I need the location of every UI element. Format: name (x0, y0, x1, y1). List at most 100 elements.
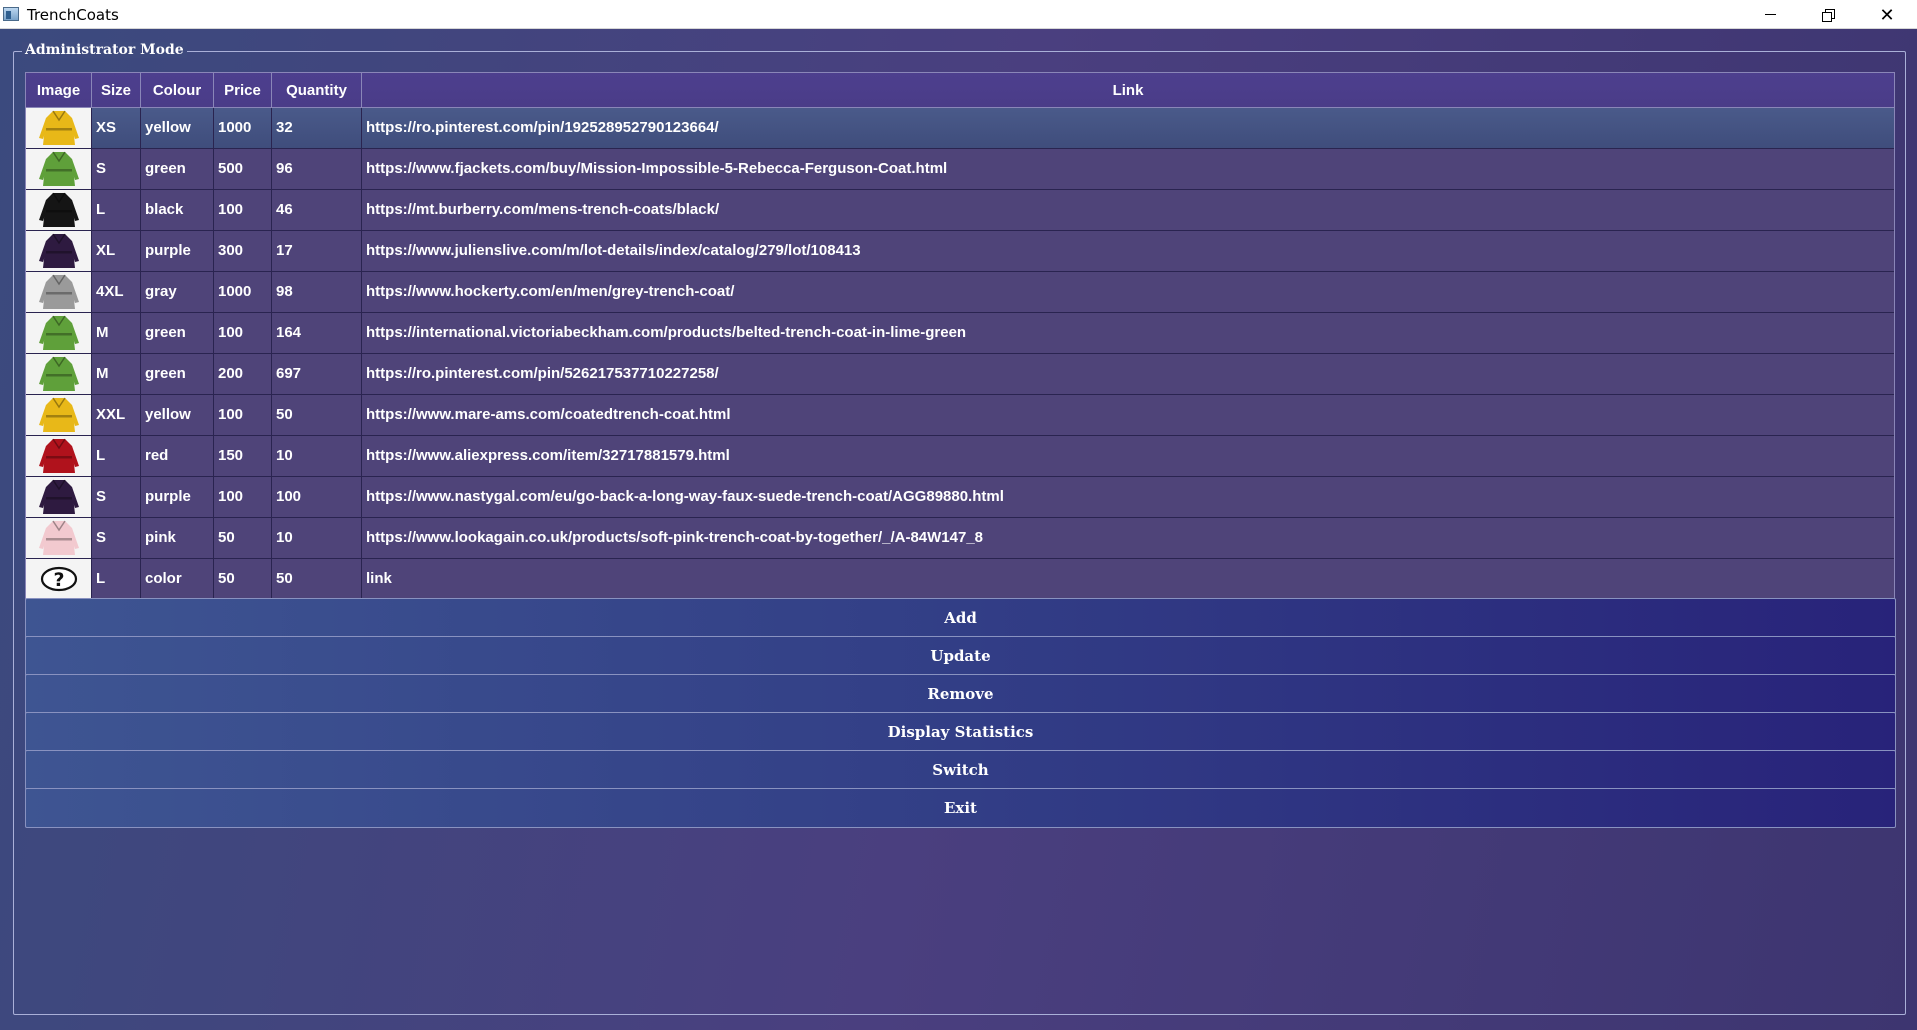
cell-link[interactable]: https://international.victoriabeckham.co… (362, 313, 1894, 353)
cell-colour[interactable]: pink (141, 518, 214, 558)
cell-size[interactable]: L (92, 190, 141, 230)
cell-size[interactable]: L (92, 436, 141, 476)
table-row[interactable]: XS yellow 1000 32 https://ro.pinterest.com/p… (26, 108, 1894, 149)
cell-colour[interactable]: color (141, 559, 214, 599)
cell-price[interactable]: 50 (214, 559, 272, 599)
cell-price[interactable]: 1000 (214, 108, 272, 148)
add-button[interactable]: Add (25, 598, 1896, 638)
cell-link[interactable]: https://www.julienslive.com/m/lot-detail… (362, 231, 1894, 271)
table-row[interactable]: XL purple 300 17 https://www.julienslive.com… (26, 231, 1894, 272)
cell-size[interactable]: M (92, 354, 141, 394)
cell-colour[interactable]: yellow (141, 108, 214, 148)
table-row[interactable]: Mgreen 200 697 https://ro.pinterest.com/pin… (26, 354, 1894, 395)
minimize-button[interactable] (1741, 0, 1799, 29)
cell-price[interactable]: 100 (214, 313, 272, 353)
cell-colour[interactable]: purple (141, 477, 214, 517)
cell-link[interactable]: https://www.aliexpress.com/item/32717881… (362, 436, 1894, 476)
cell-link[interactable]: https://mt.burberry.com/mens-trench-coat… (362, 190, 1894, 230)
cell-link[interactable]: https://ro.pinterest.com/pin/19252895279… (362, 108, 1894, 148)
cell-quantity[interactable]: 697 (272, 354, 362, 394)
cell-image[interactable] (26, 518, 92, 558)
cell-colour[interactable]: green (141, 354, 214, 394)
header-image[interactable]: Image (26, 73, 92, 108)
cell-quantity[interactable]: 98 (272, 272, 362, 312)
cell-image[interactable] (26, 354, 92, 394)
cell-price[interactable]: 200 (214, 354, 272, 394)
cell-size[interactable]: XL (92, 231, 141, 271)
remove-button[interactable]: Remove (25, 674, 1896, 714)
table-row[interactable]: Mgreen 100 164 https://international.victor… (26, 313, 1894, 354)
cell-size[interactable]: S (92, 149, 141, 189)
cell-size[interactable]: M (92, 313, 141, 353)
restore-button[interactable] (1799, 0, 1857, 29)
cell-image[interactable] (26, 190, 92, 230)
cell-link[interactable]: https://ro.pinterest.com/pin/52621753771… (362, 354, 1894, 394)
header-price[interactable]: Price (214, 73, 272, 108)
cell-link[interactable]: link (362, 559, 1894, 599)
cell-quantity[interactable]: 100 (272, 477, 362, 517)
cell-quantity[interactable]: 10 (272, 436, 362, 476)
table-row[interactable]: 4XL gray 1000 98 https://www.hockerty.com/en… (26, 272, 1894, 313)
header-size[interactable]: Size (92, 73, 141, 108)
cell-image[interactable] (26, 231, 92, 271)
cell-quantity[interactable]: 50 (272, 395, 362, 435)
cell-link[interactable]: https://www.nastygal.com/eu/go-back-a-lo… (362, 477, 1894, 517)
table-row[interactable]: Lred 150 10 https://www.aliexpress.com/item… (26, 436, 1894, 477)
table-row[interactable]: Spink 50 10 https://www.lookagain.co.uk/pro… (26, 518, 1894, 559)
cell-colour[interactable]: yellow (141, 395, 214, 435)
cell-price[interactable]: 100 (214, 190, 272, 230)
update-button[interactable]: Update (25, 636, 1896, 676)
cell-price[interactable]: 1000 (214, 272, 272, 312)
cell-size[interactable]: 4XL (92, 272, 141, 312)
cell-image[interactable] (26, 436, 92, 476)
cell-price[interactable]: 150 (214, 436, 272, 476)
table-row[interactable]: Spurple 100 100 https://www.nastygal.com/eu… (26, 477, 1894, 518)
header-quantity[interactable]: Quantity (272, 73, 362, 108)
cell-quantity[interactable]: 17 (272, 231, 362, 271)
table-row[interactable]: XXL yellow 100 50 https://www.mare-ams.com/c… (26, 395, 1894, 436)
cell-image[interactable] (26, 149, 92, 189)
cell-image[interactable] (26, 313, 92, 353)
cell-colour[interactable]: green (141, 313, 214, 353)
cell-colour[interactable]: green (141, 149, 214, 189)
cell-colour[interactable]: purple (141, 231, 214, 271)
cell-image[interactable] (26, 395, 92, 435)
cell-quantity[interactable]: 96 (272, 149, 362, 189)
header-colour[interactable]: Colour (141, 73, 214, 108)
cell-price[interactable]: 100 (214, 477, 272, 517)
cell-colour[interactable]: black (141, 190, 214, 230)
table-row[interactable]: ? Lcolor 50 50 link (26, 559, 1894, 600)
cell-image[interactable] (26, 108, 92, 148)
cell-size[interactable]: S (92, 518, 141, 558)
cell-image[interactable]: ? (26, 559, 92, 599)
cell-quantity[interactable]: 50 (272, 559, 362, 599)
cell-link[interactable]: https://www.mare-ams.com/coatedtrench-co… (362, 395, 1894, 435)
display-statistics-button[interactable]: Display Statistics (25, 712, 1896, 752)
cell-price[interactable]: 300 (214, 231, 272, 271)
cell-quantity[interactable]: 164 (272, 313, 362, 353)
cell-link[interactable]: https://www.fjackets.com/buy/Mission-Imp… (362, 149, 1894, 189)
cell-link[interactable]: https://www.lookagain.co.uk/products/sof… (362, 518, 1894, 558)
green-coat-image (29, 149, 89, 189)
exit-button[interactable]: Exit (25, 788, 1896, 828)
cell-quantity[interactable]: 46 (272, 190, 362, 230)
cell-link[interactable]: https://www.hockerty.com/en/men/grey-tre… (362, 272, 1894, 312)
cell-quantity[interactable]: 32 (272, 108, 362, 148)
header-link[interactable]: Link (362, 73, 1894, 108)
cell-image[interactable] (26, 272, 92, 312)
close-button[interactable]: ✕ (1858, 0, 1916, 29)
cell-size[interactable]: XXL (92, 395, 141, 435)
cell-colour[interactable]: red (141, 436, 214, 476)
cell-size[interactable]: L (92, 559, 141, 599)
cell-price[interactable]: 50 (214, 518, 272, 558)
cell-colour[interactable]: gray (141, 272, 214, 312)
cell-size[interactable]: XS (92, 108, 141, 148)
cell-image[interactable] (26, 477, 92, 517)
switch-button[interactable]: Switch (25, 750, 1896, 790)
cell-price[interactable]: 100 (214, 395, 272, 435)
cell-price[interactable]: 500 (214, 149, 272, 189)
cell-quantity[interactable]: 10 (272, 518, 362, 558)
cell-size[interactable]: S (92, 477, 141, 517)
table-row[interactable]: Sgreen 500 96 https://www.fjackets.com/buy/… (26, 149, 1894, 190)
table-row[interactable]: Lblack 100 46 https://mt.burberry.com/mens-… (26, 190, 1894, 231)
